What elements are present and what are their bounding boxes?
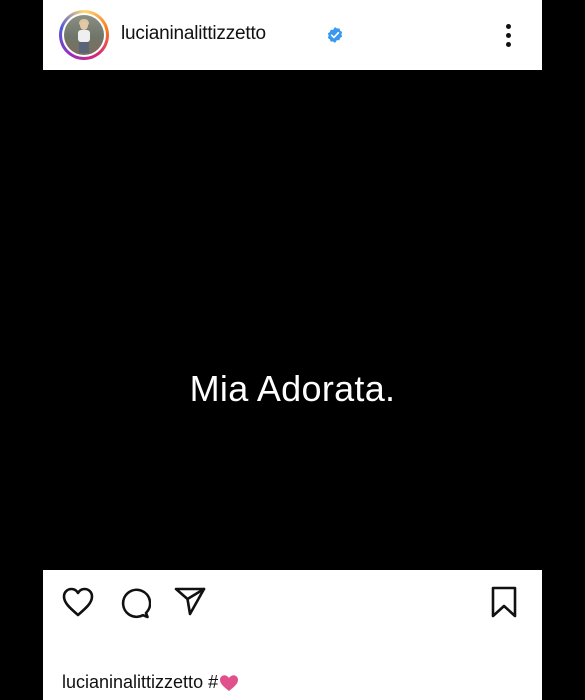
more-vertical-icon[interactable] bbox=[495, 20, 521, 50]
caption-username[interactable]: lucianinalittizzetto bbox=[62, 672, 203, 693]
comment-icon[interactable] bbox=[117, 586, 151, 620]
verified-badge-icon bbox=[327, 27, 343, 43]
post-header: lucianinalittizzetto bbox=[43, 0, 542, 70]
post-actions: lucianinalittizzetto # bbox=[43, 570, 542, 700]
pink-heart-icon bbox=[220, 674, 239, 691]
share-icon[interactable] bbox=[173, 585, 207, 617]
heart-icon[interactable] bbox=[61, 586, 95, 618]
bookmark-icon[interactable] bbox=[489, 585, 519, 619]
avatar[interactable] bbox=[59, 10, 109, 60]
caption-hashtag[interactable]: # bbox=[208, 672, 218, 693]
username[interactable]: lucianinalittizzetto bbox=[121, 23, 266, 45]
caption: lucianinalittizzetto # bbox=[62, 672, 239, 693]
post-text: Mia Adorata. bbox=[189, 368, 396, 409]
post-image[interactable]: Mia Adorata. bbox=[43, 70, 542, 570]
profile-photo bbox=[64, 15, 104, 55]
